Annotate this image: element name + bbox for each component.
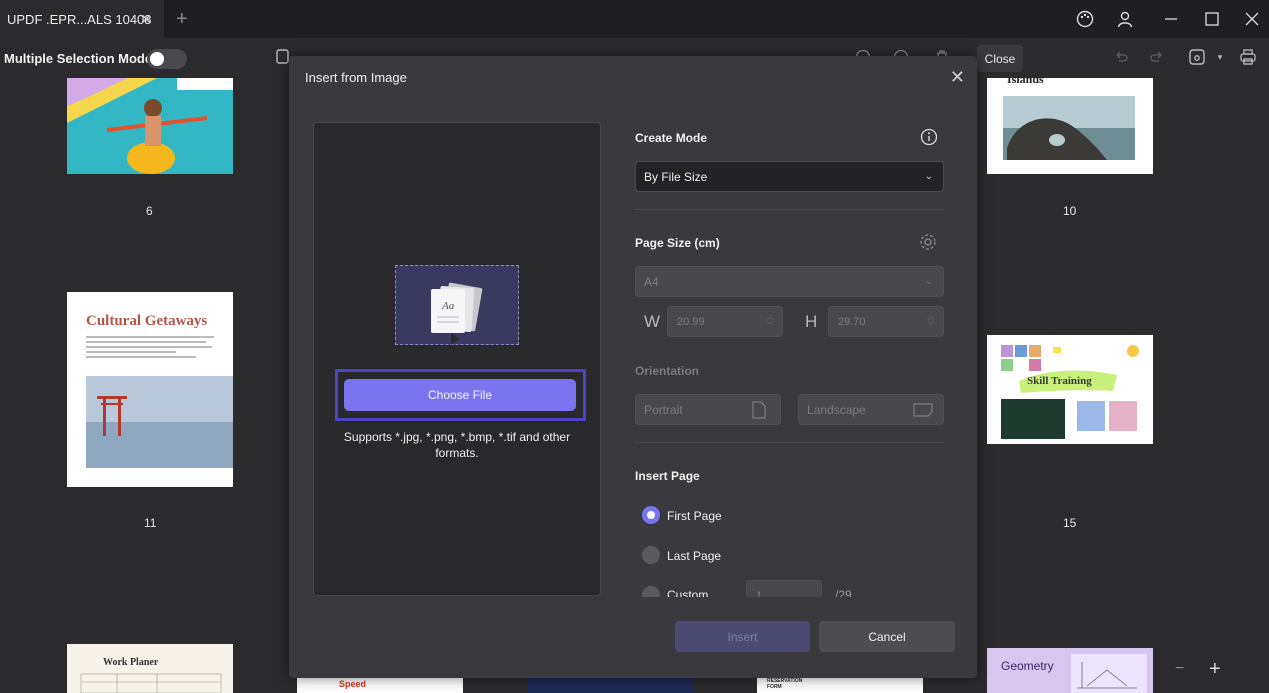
thumb-title-skill: Skill Training xyxy=(1027,375,1092,387)
minimize-icon[interactable] xyxy=(1161,9,1181,29)
arch-rock-photo xyxy=(1003,96,1135,160)
orientation-label: Orientation xyxy=(635,364,700,378)
gear-icon[interactable] xyxy=(919,233,937,256)
page-size-select[interactable]: A4 ⌄ xyxy=(635,266,944,297)
chevron-down-icon: ⌄ xyxy=(924,171,933,182)
width-stepper-icon[interactable]: ︿ ﹀ xyxy=(766,312,774,330)
page-thumbnail-11[interactable]: Cultural Getaways xyxy=(67,292,233,487)
page-thumbnail-10[interactable]: Islands xyxy=(987,78,1153,174)
height-stepper-icon[interactable]: ︿ ﹀ xyxy=(927,312,935,330)
width-input[interactable]: 20.99 ︿ ﹀ xyxy=(667,306,783,337)
save-icon[interactable] xyxy=(1187,47,1207,67)
page-thumbnail-reservation[interactable]: RESERVATION FORM xyxy=(757,678,923,693)
new-tab-icon[interactable]: + xyxy=(176,8,188,31)
choose-file-button[interactable]: Choose File xyxy=(344,379,576,411)
page-thumbnail-work-planer[interactable]: Work Planer xyxy=(67,644,233,693)
height-label: H xyxy=(805,312,818,331)
page-thumbnail-speed[interactable]: Speed xyxy=(297,678,463,693)
account-icon[interactable] xyxy=(1115,9,1135,29)
custom-page-input[interactable]: 1 xyxy=(746,580,822,597)
portrait-icon xyxy=(752,401,766,419)
custom-row-clip: Custom 1 /29 xyxy=(629,580,959,597)
documents-icon: Aa xyxy=(431,282,483,345)
svg-text:Aa: Aa xyxy=(441,300,455,312)
height-value: 29.70 xyxy=(838,315,866,328)
tab-title: UPDF .EPR...ALS 10408 xyxy=(7,11,152,27)
page-number-15: 15 xyxy=(1063,516,1077,530)
zoom-minus-icon[interactable]: − xyxy=(1175,660,1184,678)
page-number-6: 6 xyxy=(146,204,153,218)
landscape-icon xyxy=(913,403,933,417)
page-total: /29 xyxy=(835,588,852,597)
create-mode-value: By File Size xyxy=(644,169,708,184)
create-mode-select[interactable]: By File Size ⌄ xyxy=(635,161,944,192)
maximize-icon[interactable] xyxy=(1202,9,1222,29)
print-icon[interactable] xyxy=(1238,47,1258,67)
title-bar: UPDF .EPR...ALS 10408 ✕ + xyxy=(0,0,1269,38)
thumb-title-reservation: RESERVATION FORM xyxy=(767,678,803,690)
page-thumbnail-6[interactable] xyxy=(67,78,233,174)
theme-palette-icon[interactable] xyxy=(1075,9,1095,29)
skill-training-collage xyxy=(1001,345,1139,439)
window-close-icon[interactable] xyxy=(1242,9,1262,29)
page-size-label: Page Size (cm) xyxy=(635,236,720,250)
save-dropdown-icon[interactable]: ▾ xyxy=(1210,47,1230,67)
document-tab[interactable]: UPDF .EPR...ALS 10408 ✕ xyxy=(0,0,164,38)
close-tooltip: Close xyxy=(977,45,1023,72)
redo-icon[interactable] xyxy=(1147,47,1167,67)
torii-photo xyxy=(86,336,233,468)
kayak-photo xyxy=(67,78,233,174)
page-number-11: 11 xyxy=(144,516,157,530)
zoom-plus-icon[interactable]: + xyxy=(1209,658,1221,681)
page-thumbnail-dark[interactable] xyxy=(527,678,693,693)
dialog-close-icon[interactable]: ✕ xyxy=(950,67,965,88)
insert-from-image-dialog: Insert from Image ✕ Aa Choose File Suppo… xyxy=(289,56,977,678)
choose-file-focus-frame: Choose File xyxy=(335,369,586,421)
height-input[interactable]: 29.70 ︿ ﹀ xyxy=(828,306,944,337)
portrait-label: Portrait xyxy=(644,402,683,417)
landscape-label: Landscape xyxy=(807,402,866,417)
last-page-radio[interactable] xyxy=(642,546,660,564)
dialog-title: Insert from Image xyxy=(305,70,407,85)
undo-icon[interactable] xyxy=(1111,47,1131,67)
cancel-button[interactable]: Cancel xyxy=(819,621,955,652)
page-size-value: A4 xyxy=(644,274,659,289)
divider xyxy=(635,442,944,443)
width-value: 20.99 xyxy=(677,315,705,328)
insert-button[interactable]: Insert xyxy=(675,621,810,652)
width-label: W xyxy=(644,312,661,331)
multi-selection-toggle[interactable] xyxy=(147,49,187,69)
portrait-option[interactable]: Portrait xyxy=(635,394,781,425)
landscape-option[interactable]: Landscape xyxy=(798,394,944,425)
first-page-label: First Page xyxy=(667,509,722,523)
multi-selection-label: Multiple Selection Mode xyxy=(4,51,153,66)
custom-label: Custom xyxy=(667,588,709,597)
page-thumbnail-geometry[interactable]: Geometry xyxy=(987,648,1153,693)
first-page-radio[interactable] xyxy=(642,506,660,524)
thumb-title-speed: Speed xyxy=(339,679,367,689)
tab-close-icon[interactable]: ✕ xyxy=(140,11,152,28)
custom-page-value: 1 xyxy=(756,589,763,598)
page-thumbnail-15[interactable]: Skill Training xyxy=(987,335,1153,444)
info-icon[interactable] xyxy=(920,128,938,151)
last-page-label: Last Page xyxy=(667,549,722,563)
chevron-down-icon: ⌄ xyxy=(924,276,933,287)
supported-formats-text: Supports *.jpg, *.png, *.bmp, *.tif and … xyxy=(343,430,571,460)
divider xyxy=(635,209,944,210)
custom-radio[interactable] xyxy=(642,586,660,597)
planner-grid xyxy=(80,673,222,693)
create-mode-label: Create Mode xyxy=(635,131,708,145)
image-drop-panel[interactable]: Aa Choose File Supports *.jpg, *.png, *.… xyxy=(313,122,601,596)
insert-page-label: Insert Page xyxy=(635,469,700,483)
geometry-graphic xyxy=(1071,654,1147,693)
drop-zone[interactable]: Aa xyxy=(395,265,519,345)
page-number-10: 10 xyxy=(1063,204,1077,218)
